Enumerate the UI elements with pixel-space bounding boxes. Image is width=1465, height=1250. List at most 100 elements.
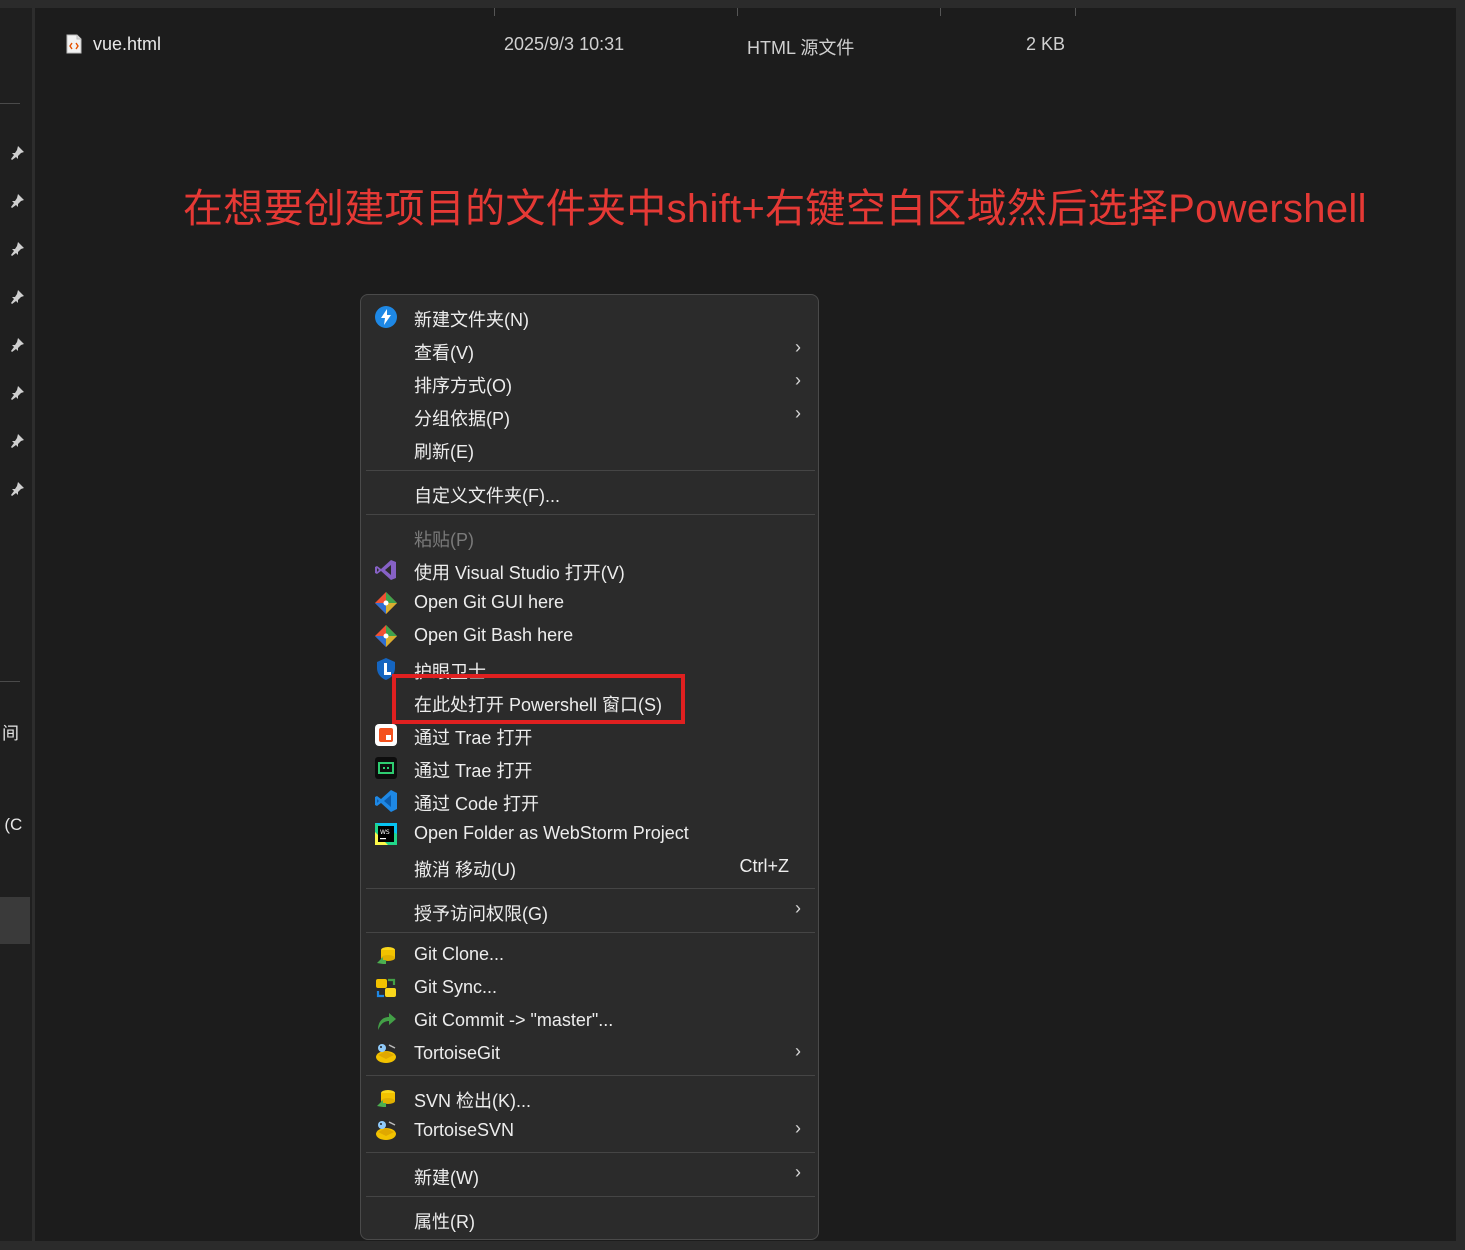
menu-item-properties[interactable]: 属性(R) xyxy=(366,1202,815,1235)
menu-item-git-clone[interactable]: Git Clone... xyxy=(366,938,815,971)
menu-item-sort-by[interactable]: 排序方式(O) › xyxy=(366,366,815,399)
chevron-right-icon: › xyxy=(795,403,801,423)
menu-item-new[interactable]: 新建(W) › xyxy=(366,1158,815,1191)
menu-item-git-bash[interactable]: Open Git Bash here xyxy=(366,619,815,652)
menu-item-shortcut: Ctrl+Z xyxy=(739,856,790,876)
menu-item-view[interactable]: 查看(V) › xyxy=(366,333,815,366)
column-separator[interactable] xyxy=(494,8,495,16)
menu-item-label: 刷新(E) xyxy=(414,442,474,462)
menu-item-undo-move[interactable]: 撤消 移动(U) Ctrl+Z xyxy=(366,850,815,883)
pin-icon[interactable] xyxy=(9,481,25,497)
highlight-box xyxy=(392,674,685,724)
navigation-pane: 间 ) (C xyxy=(0,8,32,1241)
pin-icon[interactable] xyxy=(9,241,25,257)
menu-item-label: 通过 Trae 打开 xyxy=(414,728,533,748)
menu-item-tortoisegit[interactable]: TortoiseGit › xyxy=(366,1037,815,1070)
menu-item-label: 查看(V) xyxy=(414,343,474,363)
menu-item-label: 撤消 移动(U) xyxy=(414,860,516,880)
pin-icon[interactable] xyxy=(9,385,25,401)
git-diamond-icon xyxy=(375,625,397,647)
nav-divider xyxy=(0,103,20,104)
menu-item-tortoisesvn[interactable]: TortoiseSVN › xyxy=(366,1114,815,1147)
svn-checkout-icon xyxy=(377,1090,395,1107)
trae-icon xyxy=(375,757,397,779)
nav-item-label[interactable]: ) (C xyxy=(0,815,22,835)
svg-text:WS: WS xyxy=(380,829,390,836)
menu-item-label: TortoiseSVN xyxy=(414,1120,515,1140)
window-bottom-border xyxy=(0,1241,1465,1250)
file-date-modified: 2025/9/3 10:31 xyxy=(504,34,625,54)
column-separator[interactable] xyxy=(940,8,941,16)
nav-selected-item[interactable] xyxy=(0,897,30,944)
column-separator[interactable] xyxy=(737,8,738,16)
chevron-right-icon: › xyxy=(795,1118,801,1138)
menu-item-label: 授予访问权限(G) xyxy=(414,904,548,924)
pin-icon[interactable] xyxy=(9,193,25,209)
file-name: vue.html xyxy=(93,34,162,54)
menu-item-grant-access[interactable]: 授予访问权限(G) › xyxy=(366,894,815,927)
menu-item-git-gui[interactable]: Open Git GUI here xyxy=(366,586,815,619)
column-separator[interactable] xyxy=(1075,8,1076,16)
pin-icon[interactable] xyxy=(9,433,25,449)
menu-item-svn-checkout[interactable]: SVN 检出(K)... xyxy=(366,1081,815,1114)
menu-item-refresh[interactable]: 刷新(E) xyxy=(366,432,815,465)
tortoise-icon xyxy=(376,1121,396,1140)
menu-item-open-code[interactable]: 通过 Code 打开 xyxy=(366,784,815,817)
vscode-icon xyxy=(375,790,397,812)
menu-separator xyxy=(366,888,815,889)
menu-item-label: 新建文件夹(N) xyxy=(414,310,529,330)
menu-item-paste: 粘贴(P) xyxy=(366,520,815,553)
pane-splitter[interactable] xyxy=(32,8,35,1241)
menu-item-open-webstorm[interactable]: WS Open Folder as WebStorm Project xyxy=(366,817,815,850)
menu-item-open-trae[interactable]: 通过 Trae 打开 xyxy=(366,751,815,784)
chevron-right-icon: › xyxy=(795,370,801,390)
menu-item-label: Git Sync... xyxy=(414,977,498,997)
context-menu: 新建文件夹(N) 查看(V) › 排序方式(O) › 分组依据(P) › 刷新(… xyxy=(360,294,819,1240)
webstorm-icon: WS xyxy=(375,823,397,845)
menu-item-label: 属性(R) xyxy=(414,1212,475,1232)
chevron-right-icon: › xyxy=(795,1162,801,1182)
menu-item-customize-folder[interactable]: 自定义文件夹(F)... xyxy=(366,476,815,509)
menu-item-label: Open Git Bash here xyxy=(414,625,574,645)
menu-item-label: 新建(W) xyxy=(414,1168,479,1188)
tortoise-icon xyxy=(376,1044,396,1063)
menu-item-label: SVN 检出(K)... xyxy=(414,1091,532,1111)
chevron-right-icon: › xyxy=(795,337,801,357)
menu-item-label: 分组依据(P) xyxy=(414,409,510,429)
menu-separator xyxy=(366,514,815,515)
chevron-right-icon: › xyxy=(795,898,801,918)
window-top-border xyxy=(0,0,1465,8)
pin-icon[interactable] xyxy=(9,337,25,353)
menu-item-label: Git Clone... xyxy=(414,944,505,964)
menu-item-label: 自定义文件夹(F)... xyxy=(414,486,560,506)
chevron-right-icon: › xyxy=(795,1041,801,1061)
menu-item-label: 通过 Trae 打开 xyxy=(414,761,533,781)
menu-item-label: TortoiseGit xyxy=(414,1043,501,1063)
tortoise-sync-icon xyxy=(376,978,396,998)
menu-item-label: Git Commit -> "master"... xyxy=(414,1010,614,1030)
menu-item-label: 排序方式(O) xyxy=(414,376,512,396)
menu-item-open-visual-studio[interactable]: 使用 Visual Studio 打开(V) xyxy=(366,553,815,586)
menu-separator xyxy=(366,1196,815,1197)
menu-item-git-commit[interactable]: Git Commit -> "master"... xyxy=(366,1004,815,1037)
menu-separator xyxy=(366,1152,815,1153)
visual-studio-icon xyxy=(375,560,396,580)
window-right-border xyxy=(1456,0,1465,1250)
file-row[interactable]: vue.html 2025/9/3 10:31 HTML 源文件 2 KB xyxy=(60,30,1100,60)
menu-item-label: Open Git GUI here xyxy=(414,592,565,612)
git-diamond-icon xyxy=(375,592,397,614)
menu-item-git-sync[interactable]: Git Sync... xyxy=(366,971,815,1004)
menu-item-new-folder[interactable]: 新建文件夹(N) xyxy=(366,300,815,333)
menu-item-label: Open Folder as WebStorm Project xyxy=(414,823,689,843)
menu-separator xyxy=(366,470,815,471)
file-size: 2 KB xyxy=(1026,34,1066,54)
menu-separator xyxy=(366,1075,815,1076)
commit-arrow-icon xyxy=(378,1013,396,1030)
file-type: HTML 源文件 xyxy=(747,38,855,58)
pin-icon[interactable] xyxy=(9,145,25,161)
annotation-text: 在想要创建项目的文件夹中shift+右键空白区域然后选择Powershell xyxy=(183,187,1367,231)
menu-item-group-by[interactable]: 分组依据(P) › xyxy=(366,399,815,432)
nav-item-label[interactable]: 间 xyxy=(2,719,19,744)
pin-icon[interactable] xyxy=(9,289,25,305)
new-folder-bolt-icon xyxy=(375,306,397,328)
